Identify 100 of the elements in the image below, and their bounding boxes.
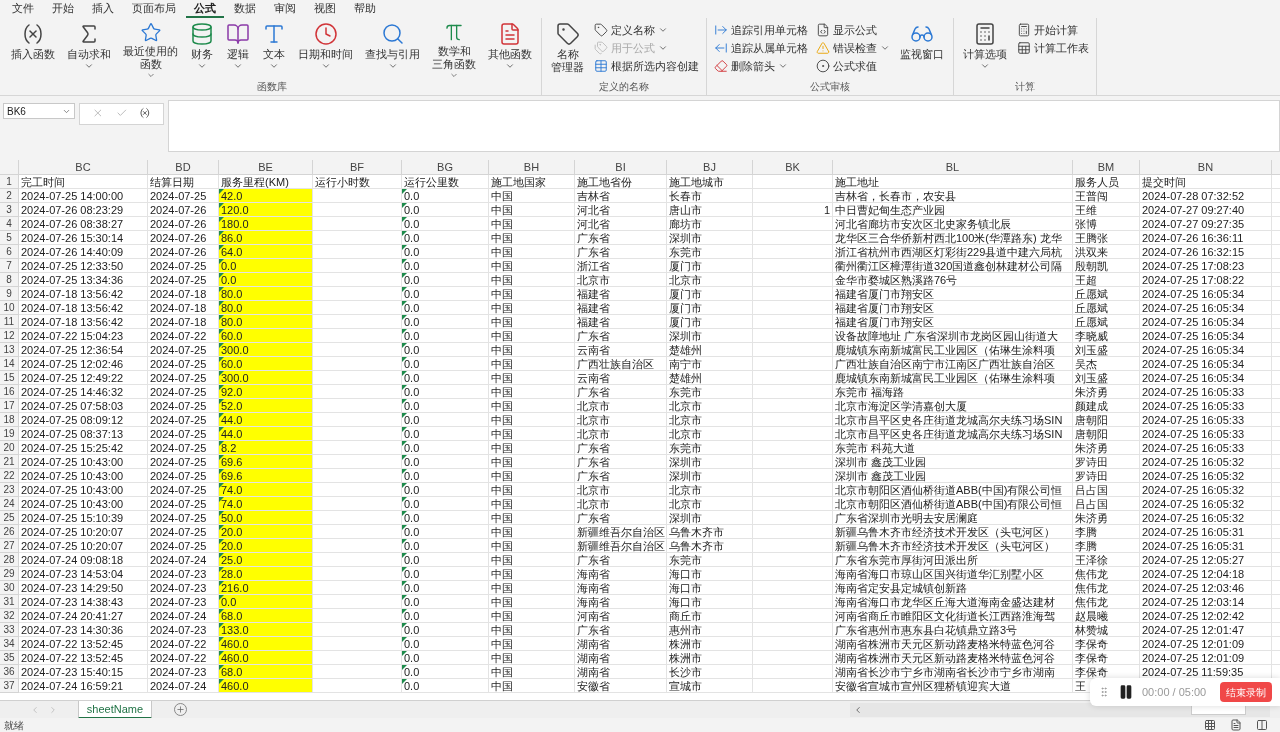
ribbon-button[interactable]: 开始计算 — [1014, 21, 1092, 39]
grid-view-icon[interactable] — [1204, 719, 1216, 731]
row-number: 3 — [0, 203, 19, 217]
table-cell: 2024-07-26 — [148, 203, 219, 217]
column-header[interactable]: BN — [1140, 160, 1272, 175]
table-cell: 0.0 — [402, 427, 489, 441]
ribbon-button[interactable]: 财务 — [185, 18, 219, 80]
scrollbar-thumb[interactable] — [1191, 704, 1246, 715]
table-cell: 2024-07-25 16:05:31 — [1140, 525, 1272, 539]
ribbon-button[interactable]: 日期和时间 — [293, 18, 358, 80]
table-cell: 2024-07-23 14:29:50 — [19, 581, 148, 595]
row-number: 30 — [0, 581, 19, 595]
ribbon-button[interactable]: 最近使用的 函数 — [118, 18, 183, 80]
menu-tab[interactable]: 文件 — [4, 0, 42, 18]
menu-tab[interactable]: 开始 — [44, 0, 82, 18]
ribbon-button[interactable]: 名称 管理器 — [546, 18, 589, 80]
page-break-icon[interactable] — [1256, 719, 1268, 731]
table-cell: 2024-07-24 — [148, 553, 219, 567]
table-cell: 0.0 — [402, 609, 489, 623]
table-cell: 2024-07-25 16:05:34 — [1140, 357, 1272, 371]
menu-tab[interactable]: 页面布局 — [124, 0, 184, 18]
table-cell: 2024-07-25 10:43:00 — [19, 497, 148, 511]
column-header[interactable]: BM — [1073, 160, 1140, 175]
ribbon-button[interactable]: 定义名称 — [591, 21, 702, 39]
column-header[interactable]: BC — [19, 160, 148, 175]
ribbon-button[interactable]: 追踪引用单元格 — [711, 21, 811, 39]
row-number: 23 — [0, 483, 19, 497]
table-cell: 2024-07-26 08:23:29 — [19, 203, 148, 217]
ribbon-button[interactable]: 文本 — [257, 18, 291, 80]
group-label: 公式审核 — [809, 80, 851, 94]
row-number: 32 — [0, 609, 19, 623]
table-cell: 2024-07-25 12:01:09 — [1140, 637, 1272, 651]
menu-tab[interactable]: 插入 — [84, 0, 122, 18]
column-header[interactable]: BD — [148, 160, 219, 175]
ribbon-button[interactable]: 计算选项 — [958, 18, 1012, 80]
table-cell: 2024-07-25 10:43:00 — [19, 455, 148, 469]
ribbon-button[interactable]: 其他函数 — [483, 18, 537, 80]
check-icon[interactable] — [115, 107, 128, 119]
ribbon-button[interactable]: 删除箭头 — [711, 57, 811, 75]
cancel-icon[interactable] — [92, 107, 104, 119]
table-cell: 2024-07-25 — [148, 385, 219, 399]
ribbon-button[interactable]: 监视窗口 — [895, 18, 949, 80]
menu-tab[interactable]: 视图 — [306, 0, 344, 18]
table-cell: 2024-07-23 — [148, 581, 219, 595]
row-number: 15 — [0, 371, 19, 385]
table-cell: 中国 — [489, 511, 575, 525]
drag-handle-icon[interactable] — [1098, 686, 1110, 698]
page-layout-icon[interactable] — [1230, 719, 1242, 731]
column-header[interactable]: BI — [575, 160, 667, 175]
table-icon — [594, 59, 608, 73]
column-header[interactable]: BE — [219, 160, 313, 175]
function-icon[interactable] — [139, 107, 151, 119]
column-header[interactable]: BK — [753, 160, 833, 175]
add-sheet-icon[interactable] — [174, 703, 187, 716]
table-cell: 2024-07-25 16:05:32 — [1140, 497, 1272, 511]
formula-input[interactable] — [168, 100, 1280, 152]
table-cell: 2024-07-25 12:49:22 — [19, 371, 148, 385]
column-header[interactable]: BJ — [667, 160, 753, 175]
column-header[interactable]: BF — [313, 160, 402, 175]
ribbon-button[interactable]: 显示公式 — [813, 21, 893, 39]
row-number: 34 — [0, 637, 19, 651]
table-cell: 2024-07-25 — [148, 343, 219, 357]
sheet-tab[interactable]: sheetName — [78, 700, 152, 719]
column-header[interactable]: BH — [489, 160, 575, 175]
ribbon-button[interactable]: 计算工作表 — [1014, 39, 1092, 57]
table-cell: 北京市 — [667, 483, 753, 497]
ribbon-button[interactable]: 自动求和 — [62, 18, 116, 80]
table-cell: 460.0 — [219, 651, 313, 665]
ribbon-button[interactable]: 插入函数 — [6, 18, 60, 80]
table-cell: 李晓威 — [1073, 329, 1140, 343]
table-cell: 湖南省株洲市天元区新动路麦格米特蓝色河谷 — [833, 637, 1073, 651]
ribbon-button[interactable]: 查找与引用 — [360, 18, 425, 80]
menu-tab[interactable]: 数据 — [226, 0, 264, 18]
table-cell: 中国 — [489, 231, 575, 245]
table-cell: 0.0 — [402, 567, 489, 581]
menu-tab[interactable]: 帮助 — [346, 0, 384, 18]
ribbon-button[interactable]: 公式求值 — [813, 57, 893, 75]
stop-recording-button[interactable]: 结束录制 — [1220, 682, 1272, 702]
column-header[interactable]: BL — [833, 160, 1073, 175]
scroll-left-icon[interactable] — [30, 704, 40, 715]
ribbon-button[interactable]: 逻辑 — [221, 18, 255, 80]
ribbon-button[interactable]: 数学和 三角函数 — [427, 18, 481, 80]
pause-icon[interactable] — [1118, 684, 1134, 700]
ribbon-button[interactable]: 根据所选内容创建 — [591, 57, 702, 75]
column-header[interactable]: BG — [402, 160, 489, 175]
scroll-right-icon[interactable] — [48, 704, 58, 715]
table-cell: 广西壮族自治区 — [575, 357, 667, 371]
scroll-left-icon[interactable] — [853, 704, 863, 715]
ribbon-button[interactable]: 追踪从属单元格 — [711, 39, 811, 57]
table-cell: 李保奇 — [1073, 637, 1140, 651]
ribbon-button[interactable]: 错误检查 — [813, 39, 893, 57]
table-cell: 0.0 — [402, 231, 489, 245]
table-cell: 2024-07-25 16:05:33 — [1140, 441, 1272, 455]
table-cell: 丘愿斌 — [1073, 287, 1140, 301]
table-cell: 南宁市 — [667, 357, 753, 371]
table-cell: 2024-07-25 — [148, 259, 219, 273]
menu-tab[interactable]: 审阅 — [266, 0, 304, 18]
table-cell: 2024-07-25 12:01:47 — [1140, 623, 1272, 637]
table-cell: 2024-07-27 09:27:40 — [1140, 203, 1272, 217]
name-box[interactable]: BK6 — [3, 103, 75, 119]
